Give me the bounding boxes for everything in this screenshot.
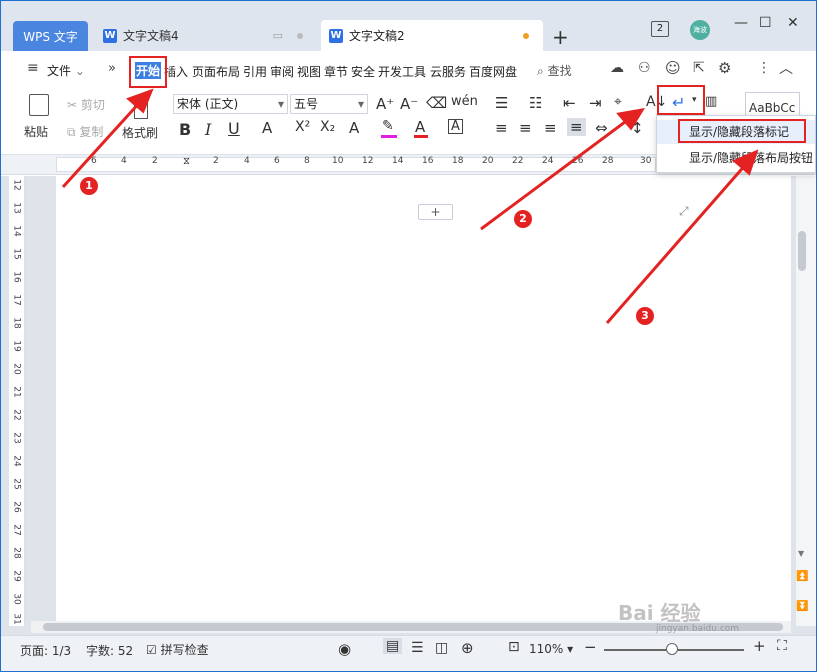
baidu-jingyan-url: jingyan.baidu.com [656,624,740,634]
baidu-jingyan-watermark: Bai 经验 [618,601,701,625]
arrow-1-shaft [61,99,143,189]
annotation-marker-1: 1 [80,177,98,195]
arrow-3-shaft [605,162,749,324]
wps-writer-window: WPS 文字 W 文字文稿4 ▭ W 文字文稿2 + 2 海波 — ☐ ✕ ≡ … [0,0,817,672]
annotation-marker-3: 3 [636,307,654,325]
annotation-arrows [61,88,759,324]
arrow-2-shaft [480,117,630,231]
arrow-1-head [126,88,154,114]
annotation-marker-2: 2 [514,210,532,228]
arrow-3-head [732,149,759,176]
